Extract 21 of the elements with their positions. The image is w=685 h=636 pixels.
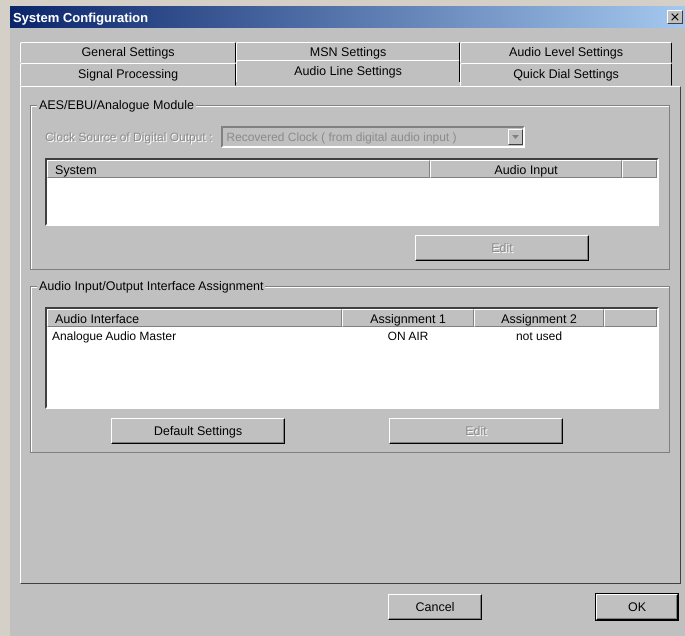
column-header[interactable]: System — [47, 160, 430, 178]
tab[interactable]: Signal Processing — [20, 63, 236, 86]
close-button[interactable]: × — [667, 10, 683, 24]
tab[interactable]: General Settings — [20, 42, 236, 63]
group-title: Audio Input/Output Interface Assignment — [37, 279, 266, 293]
field-label: Clock Source of Digital Output : — [45, 130, 212, 144]
column-header[interactable]: Assignment 2 — [474, 309, 604, 327]
group-title: AES/EBU/Analogue Module — [37, 98, 196, 112]
tab[interactable]: Audio Level Settings — [460, 42, 672, 63]
column-header[interactable]: Assignment 1 — [342, 309, 474, 327]
column-header[interactable]: Audio Input — [430, 160, 622, 178]
tab[interactable]: Quick Dial Settings — [460, 63, 672, 86]
column-header[interactable]: Audio Interface — [47, 309, 342, 327]
button[interactable]: Default Settings — [111, 418, 285, 444]
button[interactable]: OK — [596, 594, 678, 620]
tab[interactable]: Audio Line Settings — [236, 60, 460, 82]
table-cell-text: Analogue Audio Master — [51, 328, 178, 345]
table-cell-text: not used — [514, 328, 564, 345]
table-cell-text: ON AIR — [386, 328, 430, 345]
window-title: System Configuration — [13, 10, 148, 24]
button[interactable]: Cancel — [388, 594, 482, 620]
